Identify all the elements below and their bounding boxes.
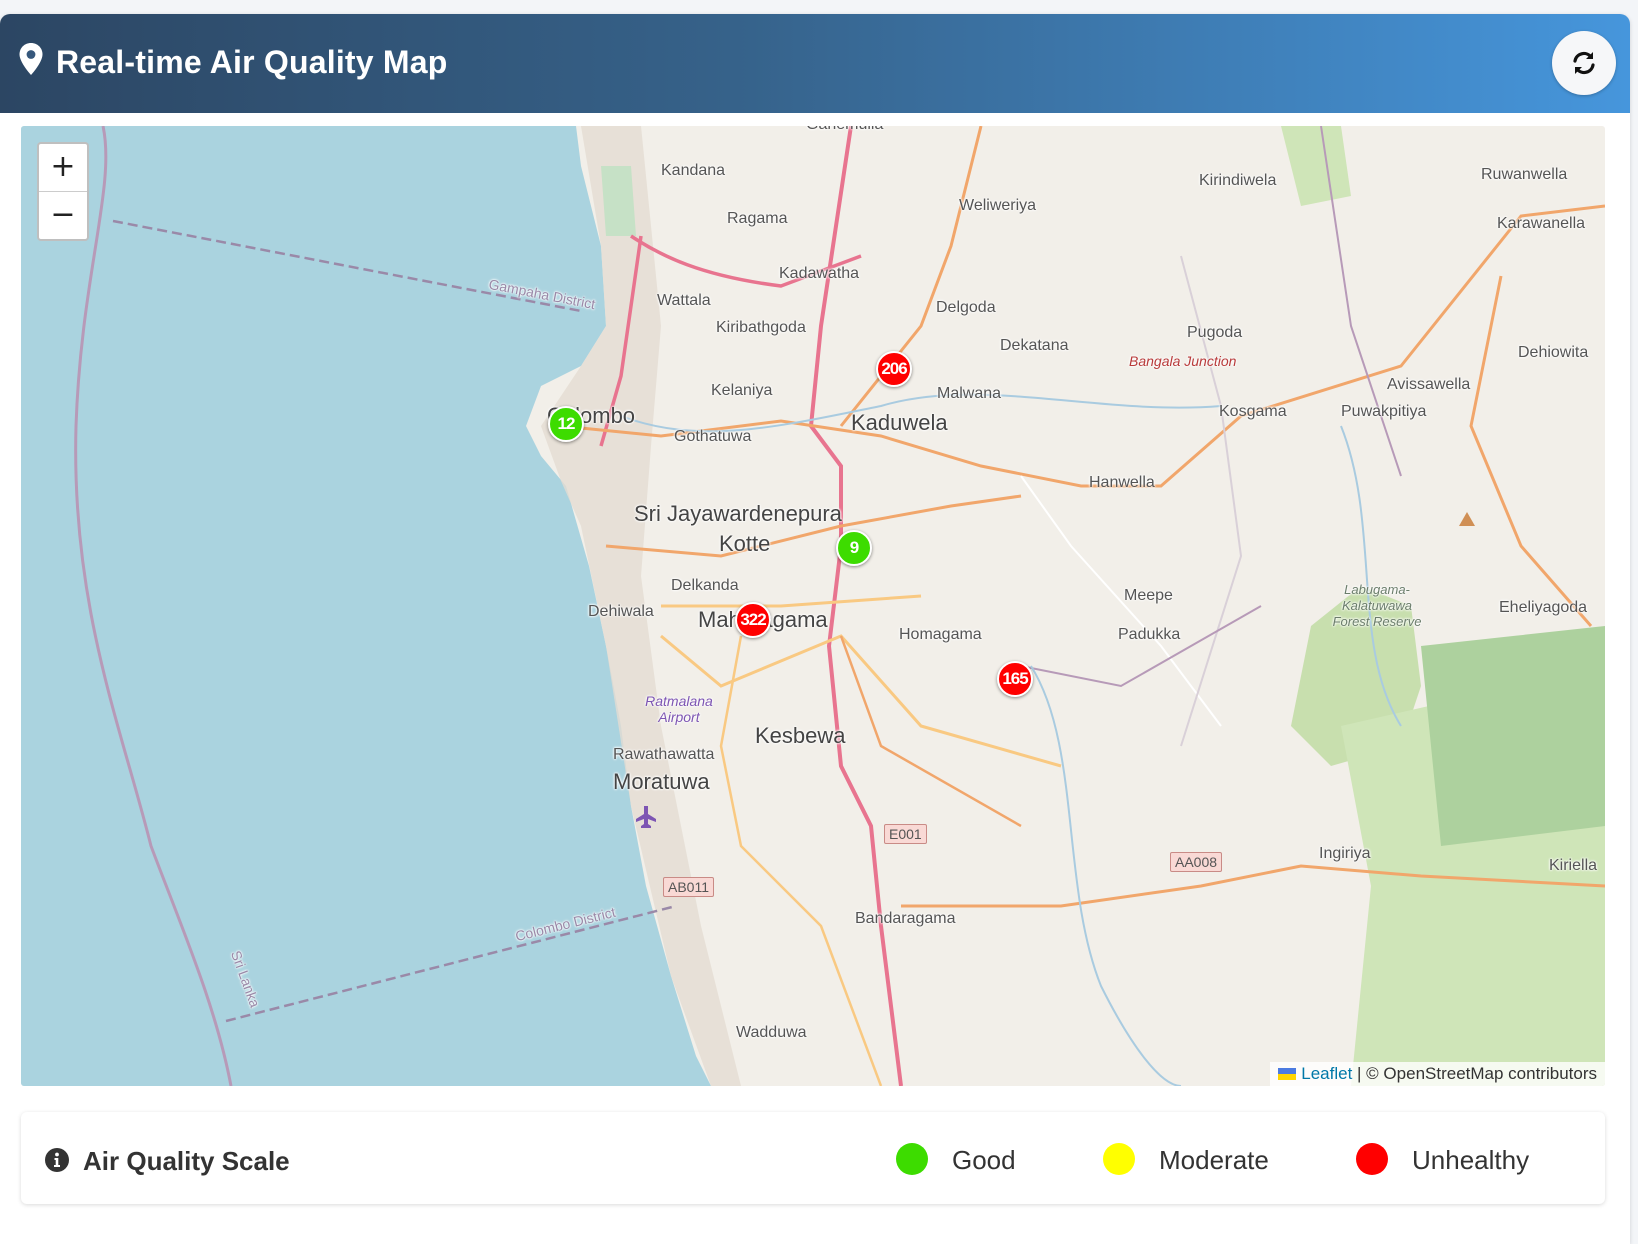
aqi-value: 206: [881, 359, 907, 378]
good-dot-icon: [896, 1143, 928, 1175]
aqi-marker-kottawa[interactable]: 9: [836, 530, 872, 566]
page-title: Real-time Air Quality Map: [56, 44, 448, 80]
zoom-control: + −: [37, 142, 89, 241]
peak-icon: [1459, 512, 1475, 526]
map-label: Ratmalana Airport: [645, 693, 713, 725]
legend-label: Moderate: [1159, 1145, 1269, 1175]
map-label: Kiribathgoda: [716, 319, 806, 336]
zoom-out-button[interactable]: −: [39, 192, 87, 239]
map-label: Kandana: [661, 162, 726, 179]
map-label: Rawathawatta: [613, 746, 715, 763]
map-label: Weliweriya: [959, 197, 1037, 214]
attribution-text: | © OpenStreetMap contributors: [1357, 1064, 1597, 1083]
map-label: Labugama-Kalatuwawa Forest Reserve: [1332, 582, 1422, 629]
aqi-value: 165: [1002, 669, 1028, 688]
road-shield: E001: [884, 824, 927, 844]
aqi-marker-maharagama[interactable]: 322: [735, 602, 771, 638]
legend-label: Unhealthy: [1412, 1145, 1530, 1175]
card-header: Real-time Air Quality Map: [0, 14, 1630, 113]
map-label: Bandaragama: [855, 910, 956, 927]
info-icon: [45, 1148, 69, 1172]
map-label: Ruwanwella: [1481, 166, 1568, 183]
map-attribution: Leaflet | © OpenStreetMap contributors: [1270, 1062, 1605, 1086]
leaflet-link[interactable]: Leaflet: [1301, 1064, 1352, 1083]
map-label: Dehiowita: [1518, 344, 1589, 361]
unhealthy-dot-icon: [1356, 1143, 1388, 1175]
map-label: Delkanda: [671, 577, 739, 594]
zoom-in-button[interactable]: +: [39, 144, 87, 192]
map-label: Padukka: [1118, 626, 1181, 643]
map-label: Kiriella: [1549, 857, 1598, 874]
map-label: Bangala Junction: [1129, 353, 1237, 369]
map-label: Kelaniya: [711, 382, 773, 399]
map-label: Kotte: [719, 531, 771, 556]
map-label: Malwana: [937, 385, 1002, 402]
road-shield: AB011: [663, 877, 714, 897]
map-label: Ingiriya: [1319, 845, 1371, 862]
map-pin-icon: [19, 43, 43, 75]
aqi-marker-padukka[interactable]: 165: [997, 661, 1033, 697]
refresh-icon: [1573, 51, 1595, 75]
map-label: Kosgama: [1219, 403, 1287, 420]
map-label: Gothatuwa: [674, 428, 752, 445]
map-label: Kaduwela: [851, 410, 948, 435]
road-shield: AA008: [1170, 852, 1223, 872]
map-label: Ganemulla: [806, 126, 883, 134]
map-label: Avissawella: [1387, 376, 1471, 393]
refresh-button[interactable]: [1552, 31, 1616, 95]
aqi-marker-kaduwela[interactable]: 206: [876, 351, 912, 387]
map-label: Pugoda: [1187, 324, 1243, 341]
air-quality-legend: Air Quality Scale Good Moderate Unhealth…: [21, 1112, 1605, 1204]
map-label: Delgoda: [936, 299, 996, 316]
aqi-marker-colombo[interactable]: 12: [548, 406, 584, 442]
legend-title: Air Quality Scale: [83, 1146, 290, 1176]
legend-label: Good: [952, 1145, 1016, 1175]
ukraine-flag-icon: [1278, 1068, 1297, 1080]
map-label: Eheliyagoda: [1499, 599, 1588, 616]
map-label: Kirindiwela: [1199, 172, 1277, 189]
map-label: Karawanella: [1497, 215, 1586, 232]
map-label: Kadawatha: [779, 265, 860, 282]
map-label: Homagama: [899, 626, 982, 643]
map-label: Dehiwala: [588, 603, 654, 620]
map-label: Moratuwa: [613, 769, 710, 794]
map-label: Sri Jayawardenepura: [634, 501, 842, 526]
map-label: Hanwella: [1089, 474, 1155, 491]
aqi-value: 322: [740, 610, 766, 629]
aqi-value: 9: [849, 538, 860, 557]
air-quality-map[interactable]: + − Ganemulla Kandana Ragama Weliweriya …: [21, 126, 1605, 1086]
map-label: Puwakpitiya: [1341, 403, 1427, 420]
map-label: Kesbewa: [755, 723, 846, 748]
map-label: Wattala: [657, 292, 711, 309]
aqi-value: 12: [557, 414, 576, 433]
map-label: Wadduwa: [736, 1024, 807, 1041]
map-label: Meepe: [1124, 587, 1173, 604]
map-label: Ragama: [727, 210, 788, 227]
map-label: Dekatana: [1000, 337, 1069, 354]
moderate-dot-icon: [1103, 1143, 1135, 1175]
